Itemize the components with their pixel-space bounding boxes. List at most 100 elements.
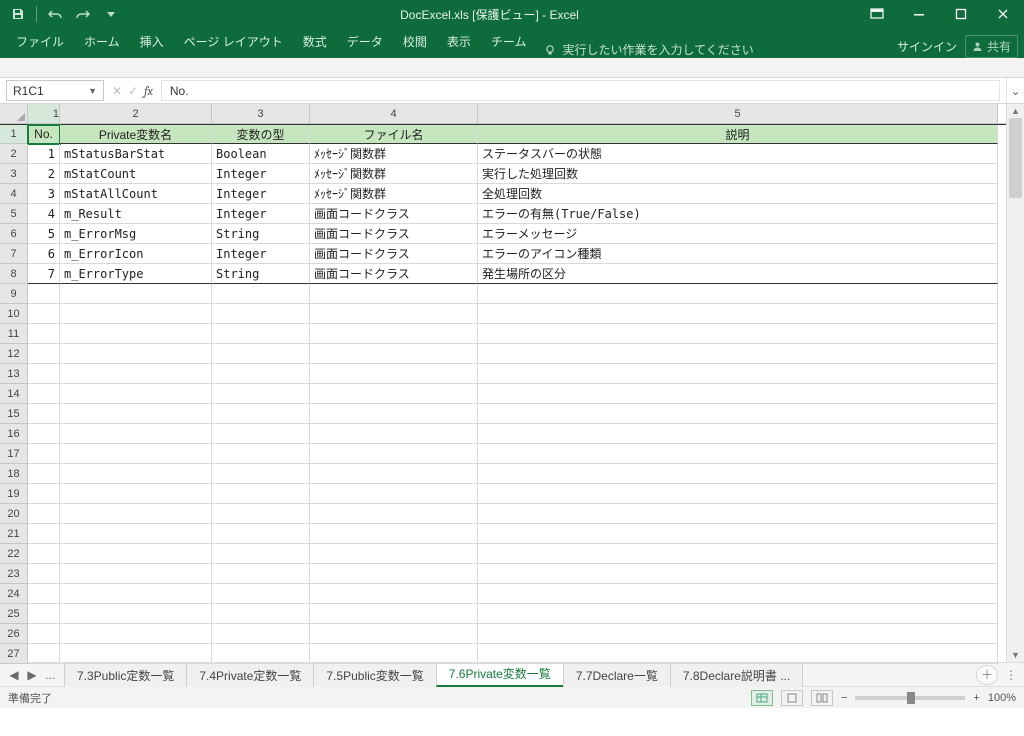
- row-header[interactable]: 17: [0, 444, 28, 464]
- cell-empty[interactable]: [212, 424, 310, 444]
- cell-file[interactable]: 画面コードクラス: [310, 244, 478, 264]
- cell-desc[interactable]: 発生場所の区分: [478, 264, 998, 284]
- row-header[interactable]: 24: [0, 584, 28, 604]
- close-button[interactable]: [982, 0, 1024, 28]
- scroll-thumb[interactable]: [1009, 118, 1022, 198]
- cell-file[interactable]: ﾒｯｾｰｼﾞ関数群: [310, 144, 478, 164]
- cell-no[interactable]: 4: [28, 204, 60, 224]
- view-page-break-button[interactable]: [811, 690, 833, 706]
- cell-empty[interactable]: [60, 504, 212, 524]
- cell-desc[interactable]: 全処理回数: [478, 184, 998, 204]
- cell-empty[interactable]: [478, 444, 998, 464]
- cell-empty[interactable]: [478, 364, 998, 384]
- cell-empty[interactable]: [28, 284, 60, 304]
- cell-empty[interactable]: [478, 284, 998, 304]
- scroll-up-icon[interactable]: ▲: [1007, 104, 1024, 118]
- cell-empty[interactable]: [310, 304, 478, 324]
- cell-empty[interactable]: [478, 404, 998, 424]
- cell-empty[interactable]: [310, 524, 478, 544]
- cell-no[interactable]: 7: [28, 264, 60, 284]
- cell-empty[interactable]: [28, 484, 60, 504]
- cell-no[interactable]: 3: [28, 184, 60, 204]
- cell-empty[interactable]: [28, 324, 60, 344]
- row-header[interactable]: 19: [0, 484, 28, 504]
- cell-empty[interactable]: [310, 564, 478, 584]
- sheet-tab[interactable]: 7.5Public変数一覧: [313, 663, 436, 687]
- formula-expand-icon[interactable]: ⌄: [1006, 78, 1024, 103]
- cell-type[interactable]: Integer: [212, 164, 310, 184]
- cell-empty[interactable]: [478, 344, 998, 364]
- cell-type[interactable]: Boolean: [212, 144, 310, 164]
- cell-empty[interactable]: [310, 324, 478, 344]
- cell-empty[interactable]: [60, 304, 212, 324]
- cell-empty[interactable]: [28, 624, 60, 644]
- cell-file[interactable]: ﾒｯｾｰｼﾞ関数群: [310, 184, 478, 204]
- cell-no[interactable]: 1: [28, 144, 60, 164]
- cell-empty[interactable]: [60, 344, 212, 364]
- cell-empty[interactable]: [212, 564, 310, 584]
- cell-file[interactable]: 画面コードクラス: [310, 204, 478, 224]
- row-header[interactable]: 16: [0, 424, 28, 444]
- cell-no[interactable]: 2: [28, 164, 60, 184]
- cell-name[interactable]: m_Result: [60, 204, 212, 224]
- row-header[interactable]: 3: [0, 164, 28, 184]
- cell-empty[interactable]: [310, 444, 478, 464]
- cell-empty[interactable]: [212, 384, 310, 404]
- sheet-tab[interactable]: 7.8Declare説明書 ...: [670, 663, 803, 687]
- col-header-4[interactable]: 4: [310, 104, 478, 123]
- formula-cancel-icon[interactable]: ✕: [112, 84, 122, 98]
- cell-empty[interactable]: [60, 464, 212, 484]
- row-header[interactable]: 9: [0, 284, 28, 304]
- cell-empty[interactable]: [60, 624, 212, 644]
- cell-empty[interactable]: [478, 604, 998, 624]
- cell-name[interactable]: m_ErrorMsg: [60, 224, 212, 244]
- cell-empty[interactable]: [60, 544, 212, 564]
- cell-desc[interactable]: エラーの有無(True/False): [478, 204, 998, 224]
- cell-empty[interactable]: [478, 624, 998, 644]
- cell-type[interactable]: String: [212, 224, 310, 244]
- row-header[interactable]: 26: [0, 624, 28, 644]
- formula-enter-icon[interactable]: ✓: [128, 84, 138, 98]
- select-all-corner[interactable]: [0, 104, 28, 124]
- view-page-layout-button[interactable]: [781, 690, 803, 706]
- cell-empty[interactable]: [478, 524, 998, 544]
- cell-empty[interactable]: [310, 384, 478, 404]
- cell-empty[interactable]: [478, 424, 998, 444]
- zoom-level[interactable]: 100%: [988, 692, 1016, 704]
- cell-desc[interactable]: エラーメッセージ: [478, 224, 998, 244]
- sheet-nav-ellipsis[interactable]: ...: [42, 668, 58, 682]
- cell-empty[interactable]: [60, 584, 212, 604]
- cell-empty[interactable]: [478, 584, 998, 604]
- cell-header-no[interactable]: No.: [28, 125, 60, 144]
- cell-file[interactable]: ﾒｯｾｰｼﾞ関数群: [310, 164, 478, 184]
- cell-empty[interactable]: [212, 484, 310, 504]
- cell-empty[interactable]: [60, 564, 212, 584]
- cell-empty[interactable]: [28, 464, 60, 484]
- ribbon-display-options-icon[interactable]: [856, 0, 898, 28]
- maximize-button[interactable]: [940, 0, 982, 28]
- row-header[interactable]: 13: [0, 364, 28, 384]
- tab-insert[interactable]: 挿入: [130, 27, 174, 58]
- cell-empty[interactable]: [28, 384, 60, 404]
- cell-empty[interactable]: [28, 304, 60, 324]
- cell-empty[interactable]: [212, 544, 310, 564]
- cell-empty[interactable]: [212, 444, 310, 464]
- scroll-down-icon[interactable]: ▼: [1007, 648, 1024, 662]
- cell-empty[interactable]: [212, 624, 310, 644]
- signin-link[interactable]: サインイン: [897, 38, 957, 55]
- tab-file[interactable]: ファイル: [6, 27, 74, 58]
- cell-name[interactable]: m_ErrorType: [60, 264, 212, 284]
- row-header[interactable]: 7: [0, 244, 28, 264]
- cell-empty[interactable]: [478, 484, 998, 504]
- sheet-tab[interactable]: 7.3Public定数一覧: [64, 663, 187, 687]
- cell-no[interactable]: 6: [28, 244, 60, 264]
- row-header[interactable]: 14: [0, 384, 28, 404]
- row-header[interactable]: 8: [0, 264, 28, 284]
- row-header[interactable]: 21: [0, 524, 28, 544]
- cell-desc[interactable]: 実行した処理回数: [478, 164, 998, 184]
- row-header[interactable]: 22: [0, 544, 28, 564]
- row-header[interactable]: 4: [0, 184, 28, 204]
- sheet-nav-prev-icon[interactable]: ◀: [6, 668, 22, 682]
- cell-empty[interactable]: [28, 404, 60, 424]
- zoom-out-button[interactable]: −: [841, 692, 847, 704]
